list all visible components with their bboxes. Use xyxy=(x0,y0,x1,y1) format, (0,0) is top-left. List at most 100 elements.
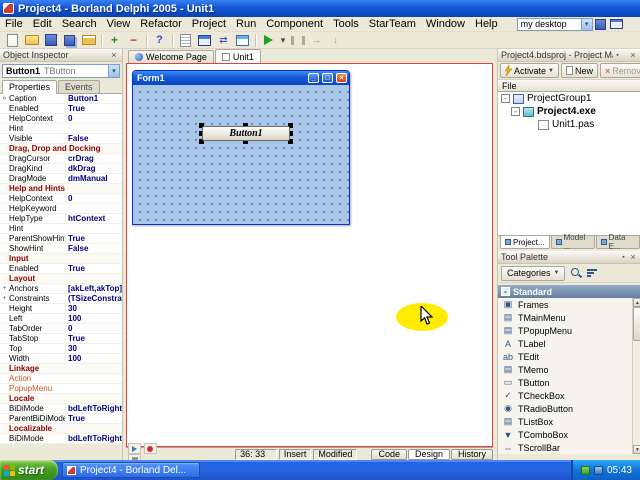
property-row-helpcontext[interactable]: HelpContext 0 xyxy=(0,194,122,204)
property-row-left[interactable]: Left 100 xyxy=(0,314,122,324)
close-icon[interactable]: × xyxy=(628,252,638,262)
palette-item-tlistbox[interactable]: ▤ TListBox xyxy=(498,415,640,428)
property-value[interactable]: [akLeft,akTop] xyxy=(65,284,122,293)
status-macro-play[interactable] xyxy=(128,443,141,454)
toolbar-icon-help[interactable] xyxy=(150,32,169,48)
close-icon[interactable]: × xyxy=(109,50,119,60)
toolbar-icon-view-unit[interactable] xyxy=(176,32,195,48)
expand-marker[interactable]: » xyxy=(0,94,9,103)
toolbar-icon-open[interactable] xyxy=(22,32,41,48)
object-selector-combo[interactable]: Button1 TButton ▾ xyxy=(2,64,120,78)
property-row-height[interactable]: Height 30 xyxy=(0,304,122,314)
property-row-visible[interactable]: Visible False xyxy=(0,134,122,144)
property-value[interactable]: dkDrag xyxy=(65,164,122,173)
property-value[interactable]: crDrag xyxy=(65,154,122,163)
palette-item-tcheckbox[interactable]: ✓ TCheckBox xyxy=(498,389,640,402)
palette-item-tmainmenu[interactable]: ▤ TMainMenu xyxy=(498,311,640,324)
form1-body-grid[interactable]: Button1 xyxy=(133,85,349,224)
toolbar-icon-step-over[interactable] xyxy=(307,32,326,48)
chevron-down-icon[interactable]: ▾ xyxy=(580,18,592,30)
close-icon[interactable]: × xyxy=(628,50,638,60)
property-row-action[interactable]: Action xyxy=(0,374,122,384)
manager-tab-project[interactable]: Project... xyxy=(500,236,550,249)
editor-tab-unit1[interactable]: Unit1 xyxy=(214,49,261,63)
palette-item-tpopupmenu[interactable]: ▤ TPopupMenu xyxy=(498,324,640,337)
property-value[interactable]: True xyxy=(65,414,122,423)
toolbar-icon-sep[interactable] xyxy=(98,32,105,48)
property-row-drag-drop-and-docking[interactable]: Drag, Drop and Docking xyxy=(0,144,122,154)
expand-marker[interactable]: + xyxy=(0,284,9,293)
palette-scrollbar[interactable]: ▲ ▼ xyxy=(632,298,640,454)
toolbar-icon-save[interactable] xyxy=(41,32,60,48)
property-row-locale[interactable]: Locale xyxy=(0,394,122,404)
palette-item-tradiobutton[interactable]: ◉ TRadioButton xyxy=(498,402,640,415)
property-row-popupmenu[interactable]: PopupMenu xyxy=(0,384,122,394)
property-value[interactable]: False xyxy=(65,134,122,143)
toolbar-icon-sep[interactable] xyxy=(169,32,176,48)
tree-expand-icon[interactable]: - xyxy=(511,107,520,116)
start-button[interactable]: start xyxy=(0,460,58,480)
chevron-down-icon[interactable]: ▼ xyxy=(548,68,554,74)
menu-item-starteam[interactable]: StarTeam xyxy=(364,18,421,30)
property-row-parentbidimode[interactable]: ParentBiDiMode True xyxy=(0,414,122,424)
filter-icon[interactable] xyxy=(587,267,599,279)
toolbar-icon-open-project[interactable] xyxy=(79,32,98,48)
menu-item-view[interactable]: View xyxy=(102,18,136,30)
property-row-hint[interactable]: Hint xyxy=(0,224,122,234)
toolbar-icon-run[interactable] xyxy=(259,32,278,48)
property-row-showhint[interactable]: ShowHint False xyxy=(0,244,122,254)
property-row-helpcontext[interactable]: HelpContext 0 xyxy=(0,114,122,124)
menu-item-refactor[interactable]: Refactor xyxy=(135,18,187,30)
palette-item-tcombobox[interactable]: ▼ TComboBox xyxy=(498,428,640,441)
property-row-enabled[interactable]: Enabled True xyxy=(0,104,122,114)
toolbar-icon-new[interactable] xyxy=(3,32,22,48)
toolbar-icon-sep[interactable] xyxy=(252,32,259,48)
menu-item-search[interactable]: Search xyxy=(57,18,102,30)
chevron-down-icon[interactable]: ▾ xyxy=(108,65,119,77)
view-tab-history[interactable]: History xyxy=(450,448,493,460)
property-row-linkage[interactable]: Linkage xyxy=(0,364,122,374)
new-button[interactable]: New xyxy=(560,63,598,78)
menu-item-file[interactable]: File xyxy=(0,18,28,30)
property-row-caption[interactable]: » Caption Button1 xyxy=(0,94,122,104)
property-value[interactable]: True xyxy=(65,104,122,113)
property-row-bidimode[interactable]: BiDiMode bdLeftToRight xyxy=(0,404,122,414)
property-value[interactable]: (TSizeConstrai xyxy=(65,294,122,303)
palette-category-standard[interactable]: - Standard xyxy=(498,285,640,298)
menu-item-tools[interactable]: Tools xyxy=(328,18,364,30)
tree-node-unit1-pas[interactable]: Unit1.pas xyxy=(498,118,640,131)
property-value[interactable]: bdLeftToRight xyxy=(65,434,122,443)
toolbar-icon-sep[interactable] xyxy=(143,32,150,48)
property-row-anchors[interactable]: + Anchors [akLeft,akTop] xyxy=(0,284,122,294)
toolbar-icon-new-form[interactable] xyxy=(233,32,252,48)
property-value[interactable]: 100 xyxy=(65,314,122,323)
property-value[interactable]: 0 xyxy=(65,114,122,123)
status-macro-record[interactable] xyxy=(143,443,157,454)
palette-item-tlabel[interactable]: A TLabel xyxy=(498,337,640,350)
menu-item-edit[interactable]: Edit xyxy=(28,18,57,30)
property-row-helpkeyword[interactable]: HelpKeyword xyxy=(0,204,122,214)
property-value[interactable]: False xyxy=(65,244,122,253)
toolbar-icon-trace-into[interactable] xyxy=(326,32,345,48)
palette-item-tscrollbar[interactable]: ⇔ TScrollBar xyxy=(498,441,640,454)
categories-button[interactable]: Categories ▼ xyxy=(501,265,566,281)
palette-item-tbutton[interactable]: ▭ TButton xyxy=(498,376,640,389)
view-tab-design[interactable]: Design xyxy=(407,448,450,460)
property-row-dragcursor[interactable]: DragCursor crDrag xyxy=(0,154,122,164)
file-column-header[interactable]: File xyxy=(498,80,640,92)
tray-security-icon[interactable] xyxy=(580,465,590,475)
menu-item-help[interactable]: Help xyxy=(470,18,503,30)
remove-button[interactable]: × Remove xyxy=(599,63,640,78)
property-row-input[interactable]: Input xyxy=(0,254,122,264)
property-row-helptype[interactable]: HelpType htContext xyxy=(0,214,122,224)
property-row-bidimode[interactable]: BiDiMode bdLeftToRight xyxy=(0,434,122,444)
delphi-app-icon[interactable] xyxy=(3,3,14,14)
editor-tab-welcome-page[interactable]: Welcome Page xyxy=(128,50,214,63)
property-row-dragkind[interactable]: DragKind dkDrag xyxy=(0,164,122,174)
property-row-enabled[interactable]: Enabled True xyxy=(0,264,122,274)
form1-window[interactable]: Form1 _ □ × Button1 xyxy=(132,70,350,225)
set-debug-desktop-icon[interactable] xyxy=(609,16,625,32)
manager-tab-model[interactable]: Model ... xyxy=(550,233,595,251)
menu-item-run[interactable]: Run xyxy=(231,18,261,30)
property-row-hint[interactable]: Hint xyxy=(0,124,122,134)
